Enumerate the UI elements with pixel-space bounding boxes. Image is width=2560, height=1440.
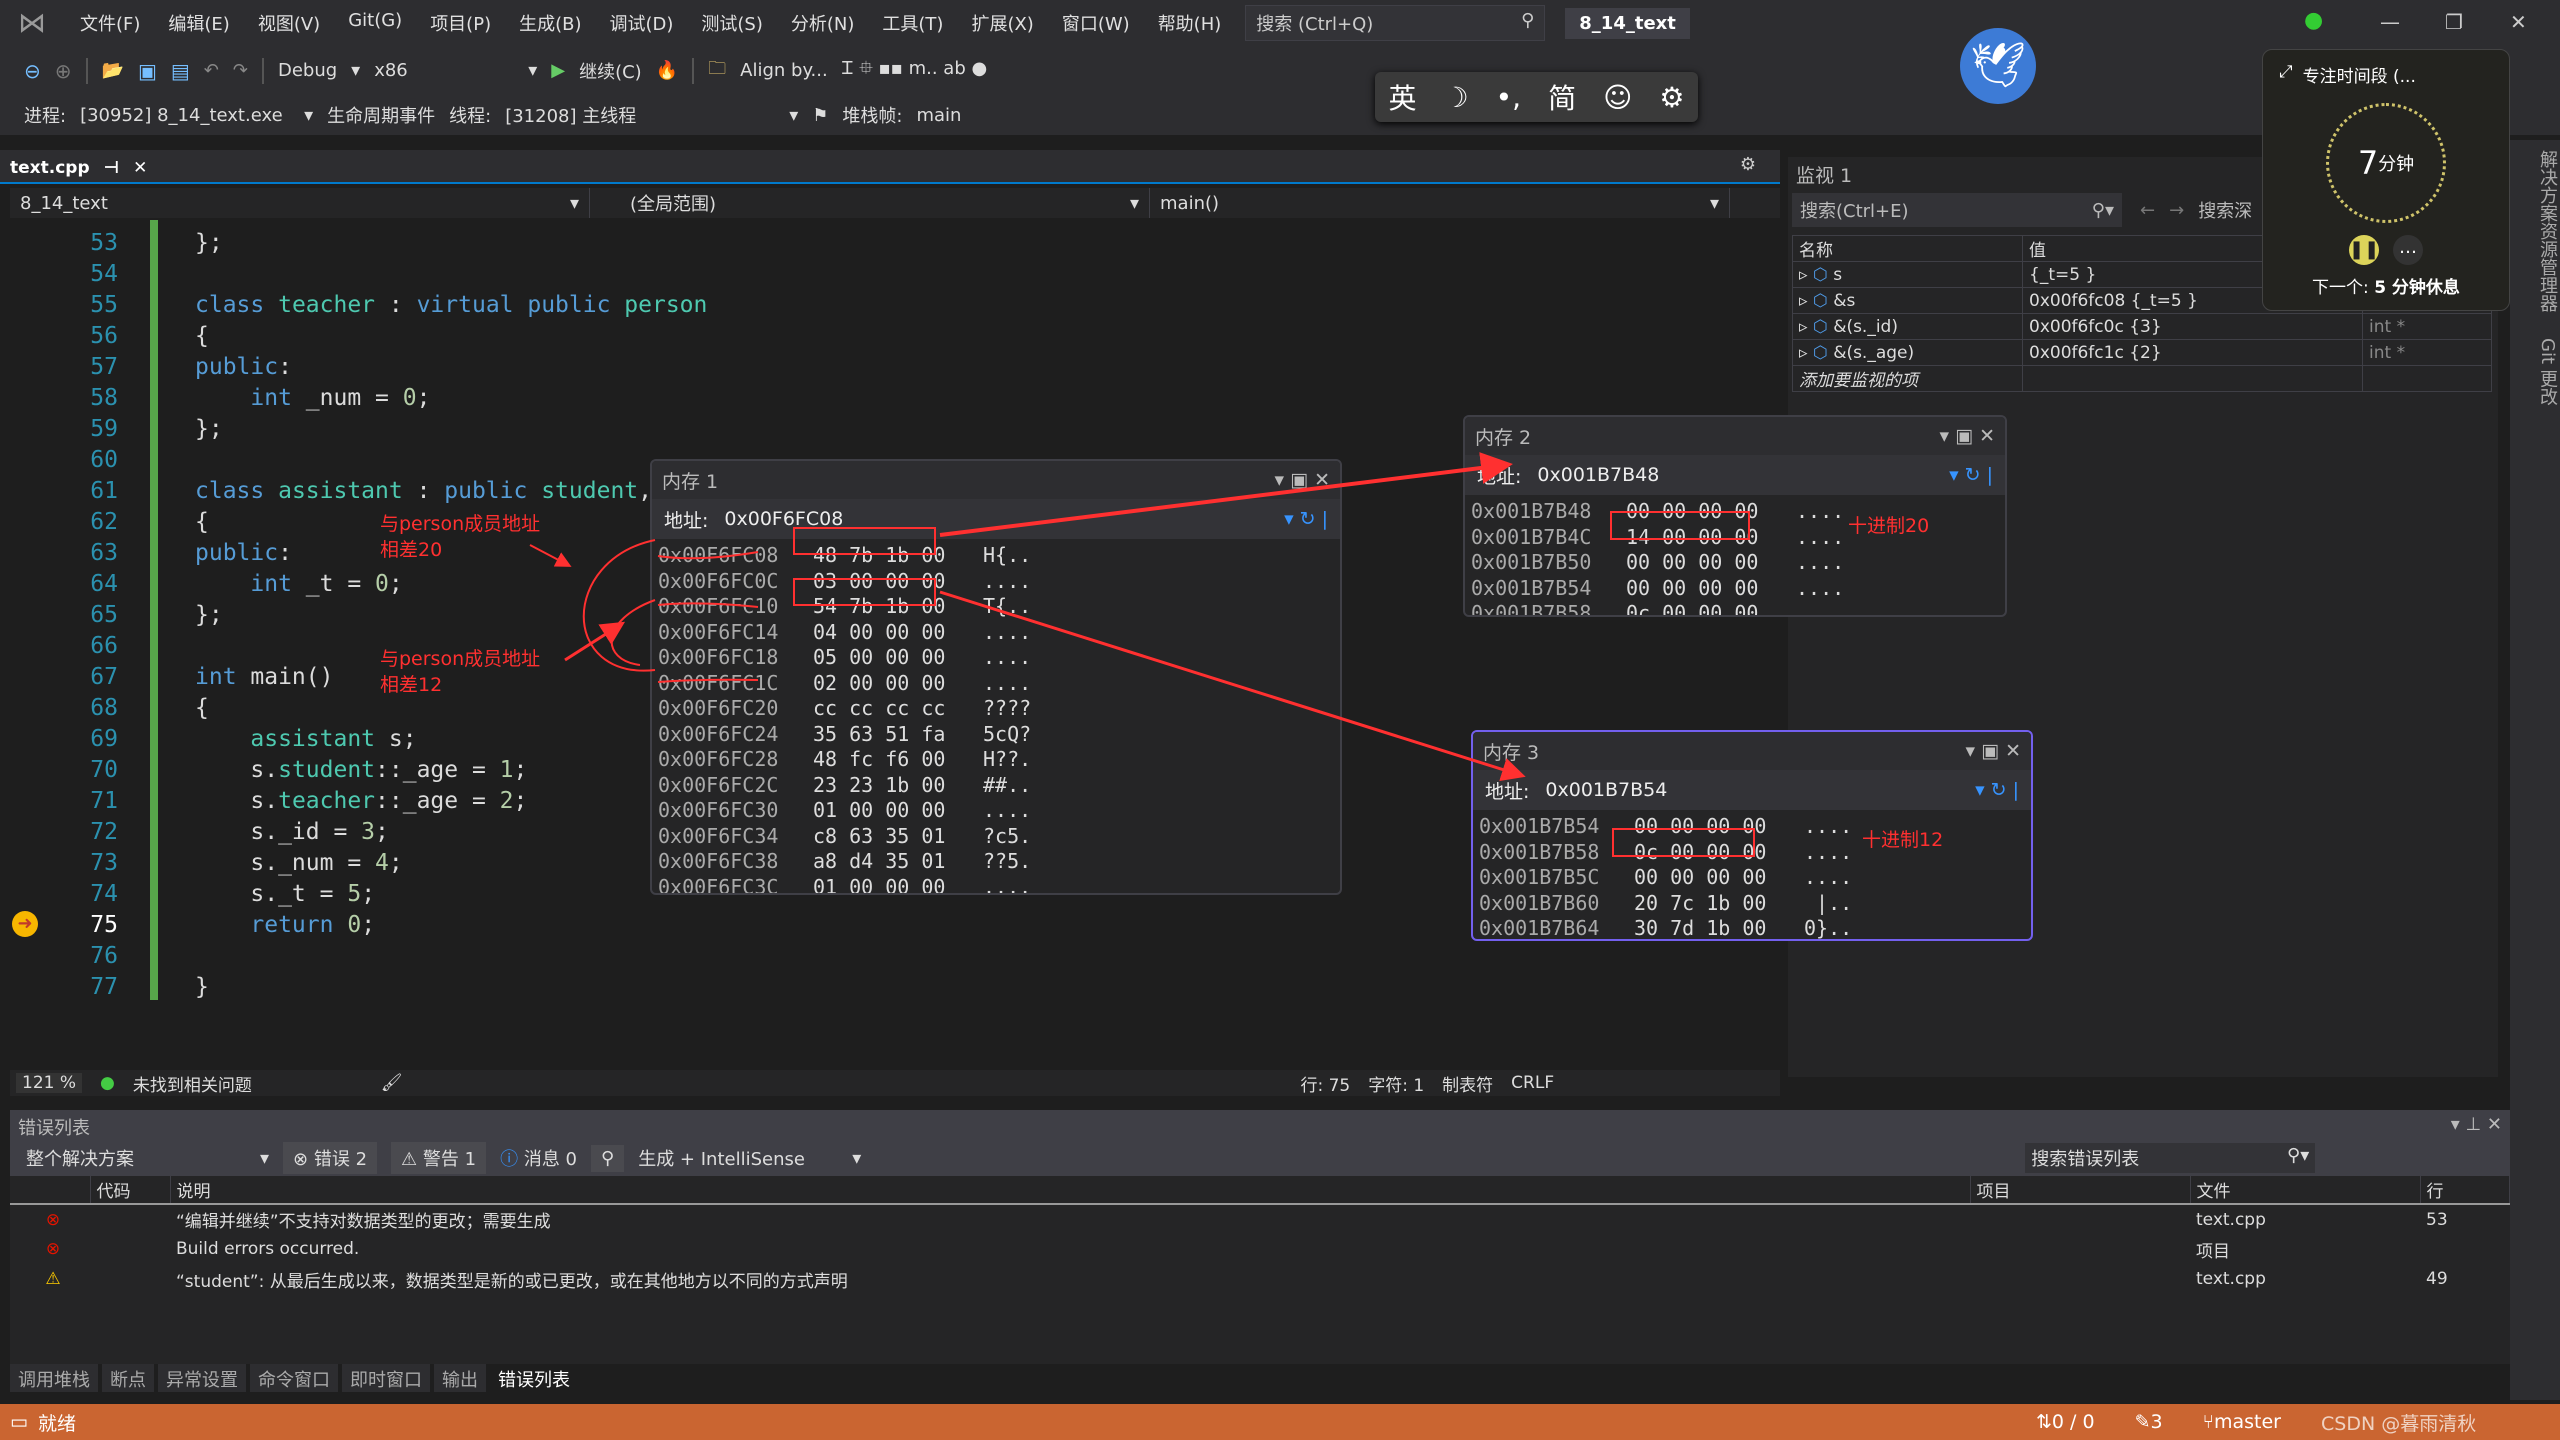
error-table: 代码 说明 项目 文件行 ⊗ “编辑并继续”不支持对数据类型的更改；需要生成 text.c… [10, 1176, 2510, 1294]
bracket-curve [610, 599, 656, 666]
error-search-placeholder: 搜索错误列表 [2031, 1149, 2140, 1170]
panel-controls-icon[interactable]: ▾ ⊥ ✕ [2451, 1114, 2502, 1136]
source-dropdown[interactable]: 生成 + IntelliSense [638, 1145, 838, 1171]
status-bar: ▭ 就绪 ⇅ 0 / 0 ✎ 3 ⑂ master CSDN @暮雨清秋 [0, 1404, 2560, 1440]
search-icon: ⚲▾ [2287, 1145, 2310, 1166]
errors-count: 错误 2 [313, 1149, 368, 1170]
edits-count[interactable]: 3 [2150, 1411, 2162, 1433]
error-list-toolbar: 整个解决方案 ▾ ⊗ 错误 2 ⚠ 警告 1 ⓘ 消息 0 ⚲ 生成 + Inte… [10, 1140, 2510, 1176]
error-row[interactable]: ⊗ Build errors occurred. 项目 [10, 1234, 2510, 1264]
error-icon: ⊗ [45, 1239, 61, 1259]
underline [657, 602, 759, 608]
error-list-title: 错误列表 [18, 1118, 90, 1139]
error-line: 49 [2426, 1269, 2448, 1289]
arrow-to-memory-2 [939, 452, 1513, 537]
scope-dropdown[interactable]: 整个解决方案 [26, 1145, 246, 1171]
messages-filter[interactable]: ⓘ 消息 0 [500, 1145, 577, 1171]
error-search-input[interactable]: 搜索错误列表 ⚲▾ [2025, 1143, 2316, 1173]
error-icon: ⊗ [45, 1209, 61, 1230]
error-line [2420, 1234, 2510, 1264]
col-icon [10, 1176, 91, 1205]
col-line: 行 [2420, 1176, 2510, 1205]
bottom-tab[interactable]: 调用堆栈 [10, 1364, 98, 1392]
error-code [90, 1204, 170, 1234]
arrow-diff20 [529, 544, 572, 567]
arrow-to-memory-3 [939, 590, 1526, 782]
branch-name[interactable]: master [2214, 1411, 2281, 1433]
underline [657, 551, 759, 560]
error-row[interactable]: ⊗ “编辑并继续”不支持对数据类型的更改；需要生成 text.cpp 53 [10, 1204, 2510, 1234]
watermark: CSDN @暮雨清秋 [2321, 1412, 2477, 1435]
warnings-filter[interactable]: ⚠ 警告 1 [391, 1142, 487, 1174]
error-project [1970, 1234, 2190, 1264]
warning-icon: ⚠ [45, 1269, 61, 1289]
bottom-tab[interactable]: 命令窗口 [250, 1364, 338, 1392]
warnings-count: 警告 1 [422, 1149, 477, 1170]
bottom-tab[interactable]: 断点 [102, 1364, 154, 1392]
col-description: 说明 [170, 1176, 1971, 1205]
chevron-down-icon[interactable]: ▾ [260, 1148, 269, 1169]
col-code: 代码 [90, 1176, 171, 1205]
error-description: “student”: 从最后生成以来，数据类型是新的或已更改，或在其他地方以不同… [176, 1271, 848, 1292]
info-icon: ⓘ [500, 1149, 524, 1170]
bottom-tab[interactable]: 错误列表 [490, 1364, 578, 1392]
underline [657, 678, 759, 683]
errors-filter[interactable]: ⊗ 错误 2 [283, 1142, 378, 1174]
sync-icon: ⇅ [2035, 1411, 2052, 1433]
bottom-tool-tabs: 调用堆栈 断点 异常设置 命令窗口 即时窗口 输出 错误列表 [10, 1364, 578, 1392]
error-project [1970, 1264, 2190, 1294]
messages-count: 消息 0 [523, 1149, 578, 1170]
chevron-down-icon[interactable]: ▾ [852, 1148, 861, 1169]
warning-icon: ⚠ [401, 1149, 423, 1170]
ready-status: 就绪 [37, 1412, 76, 1435]
error-file: 项目 [2196, 1241, 2230, 1262]
notification-icon[interactable]: ▭ [10, 1411, 28, 1433]
error-icon: ⊗ [293, 1149, 314, 1170]
error-row[interactable]: ⚠ “student”: 从最后生成以来，数据类型是新的或已更改，或在其他地方以不… [10, 1264, 2510, 1294]
error-file: text.cpp [2196, 1269, 2266, 1289]
col-file: 文件 [2190, 1176, 2421, 1205]
error-file: text.cpp [2196, 1209, 2266, 1230]
bottom-tab[interactable]: 即时窗口 [342, 1364, 430, 1392]
bottom-tab[interactable]: 输出 [434, 1364, 486, 1392]
error-code [90, 1234, 170, 1264]
error-description: Build errors occurred. [176, 1239, 360, 1259]
col-project: 项目 [1970, 1176, 2191, 1205]
bottom-tab[interactable]: 异常设置 [158, 1364, 246, 1392]
error-line: 53 [2426, 1209, 2448, 1230]
error-description: “编辑并继续”不支持对数据类型的更改；需要生成 [176, 1212, 551, 1232]
error-list-panel: 错误列表 ▾ ⊥ ✕ 整个解决方案 ▾ ⊗ 错误 2 ⚠ 警告 1 ⓘ 消息 0 ⚲… [10, 1110, 2510, 1364]
branch-icon: ⑂ [2202, 1411, 2214, 1433]
sync-status[interactable]: 0 / 0 [2052, 1411, 2095, 1433]
error-project [1970, 1204, 2190, 1234]
pencil-icon: ✎ [2134, 1411, 2151, 1433]
filter-icon[interactable]: ⚲ [591, 1144, 625, 1172]
error-code [90, 1264, 170, 1294]
